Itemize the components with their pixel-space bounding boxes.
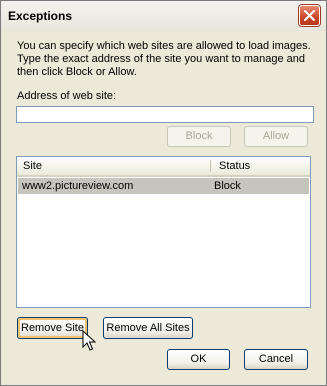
remove-site-button[interactable]: Remove Site xyxy=(17,317,88,339)
mouse-pointer-icon xyxy=(82,330,96,351)
list-header: Site Status xyxy=(17,157,310,177)
table-row[interactable]: www2.pictureview.com Block xyxy=(18,178,309,194)
allow-button[interactable]: Allow xyxy=(244,126,308,147)
cancel-button[interactable]: Cancel xyxy=(244,349,308,370)
column-header-site[interactable]: Site xyxy=(23,160,42,172)
row-status: Block xyxy=(214,180,241,192)
block-button[interactable]: Block xyxy=(167,126,231,147)
close-button[interactable] xyxy=(299,5,320,26)
ok-button[interactable]: OK xyxy=(167,349,230,370)
title-bar[interactable]: Exceptions xyxy=(1,1,326,31)
exceptions-list[interactable]: Site Status www2.pictureview.com Block xyxy=(16,156,311,308)
exceptions-dialog: Exceptions You can specify which web sit… xyxy=(0,0,327,386)
close-icon xyxy=(304,10,315,21)
description-text: You can specify which web sites are allo… xyxy=(17,40,311,78)
column-header-status[interactable]: Status xyxy=(219,160,250,172)
remove-all-sites-button[interactable]: Remove All Sites xyxy=(103,317,193,339)
column-divider[interactable] xyxy=(210,160,211,172)
address-label: Address of web site: xyxy=(17,90,117,102)
window-title: Exceptions xyxy=(8,9,73,23)
row-site: www2.pictureview.com xyxy=(22,180,134,192)
address-input[interactable] xyxy=(16,106,314,123)
